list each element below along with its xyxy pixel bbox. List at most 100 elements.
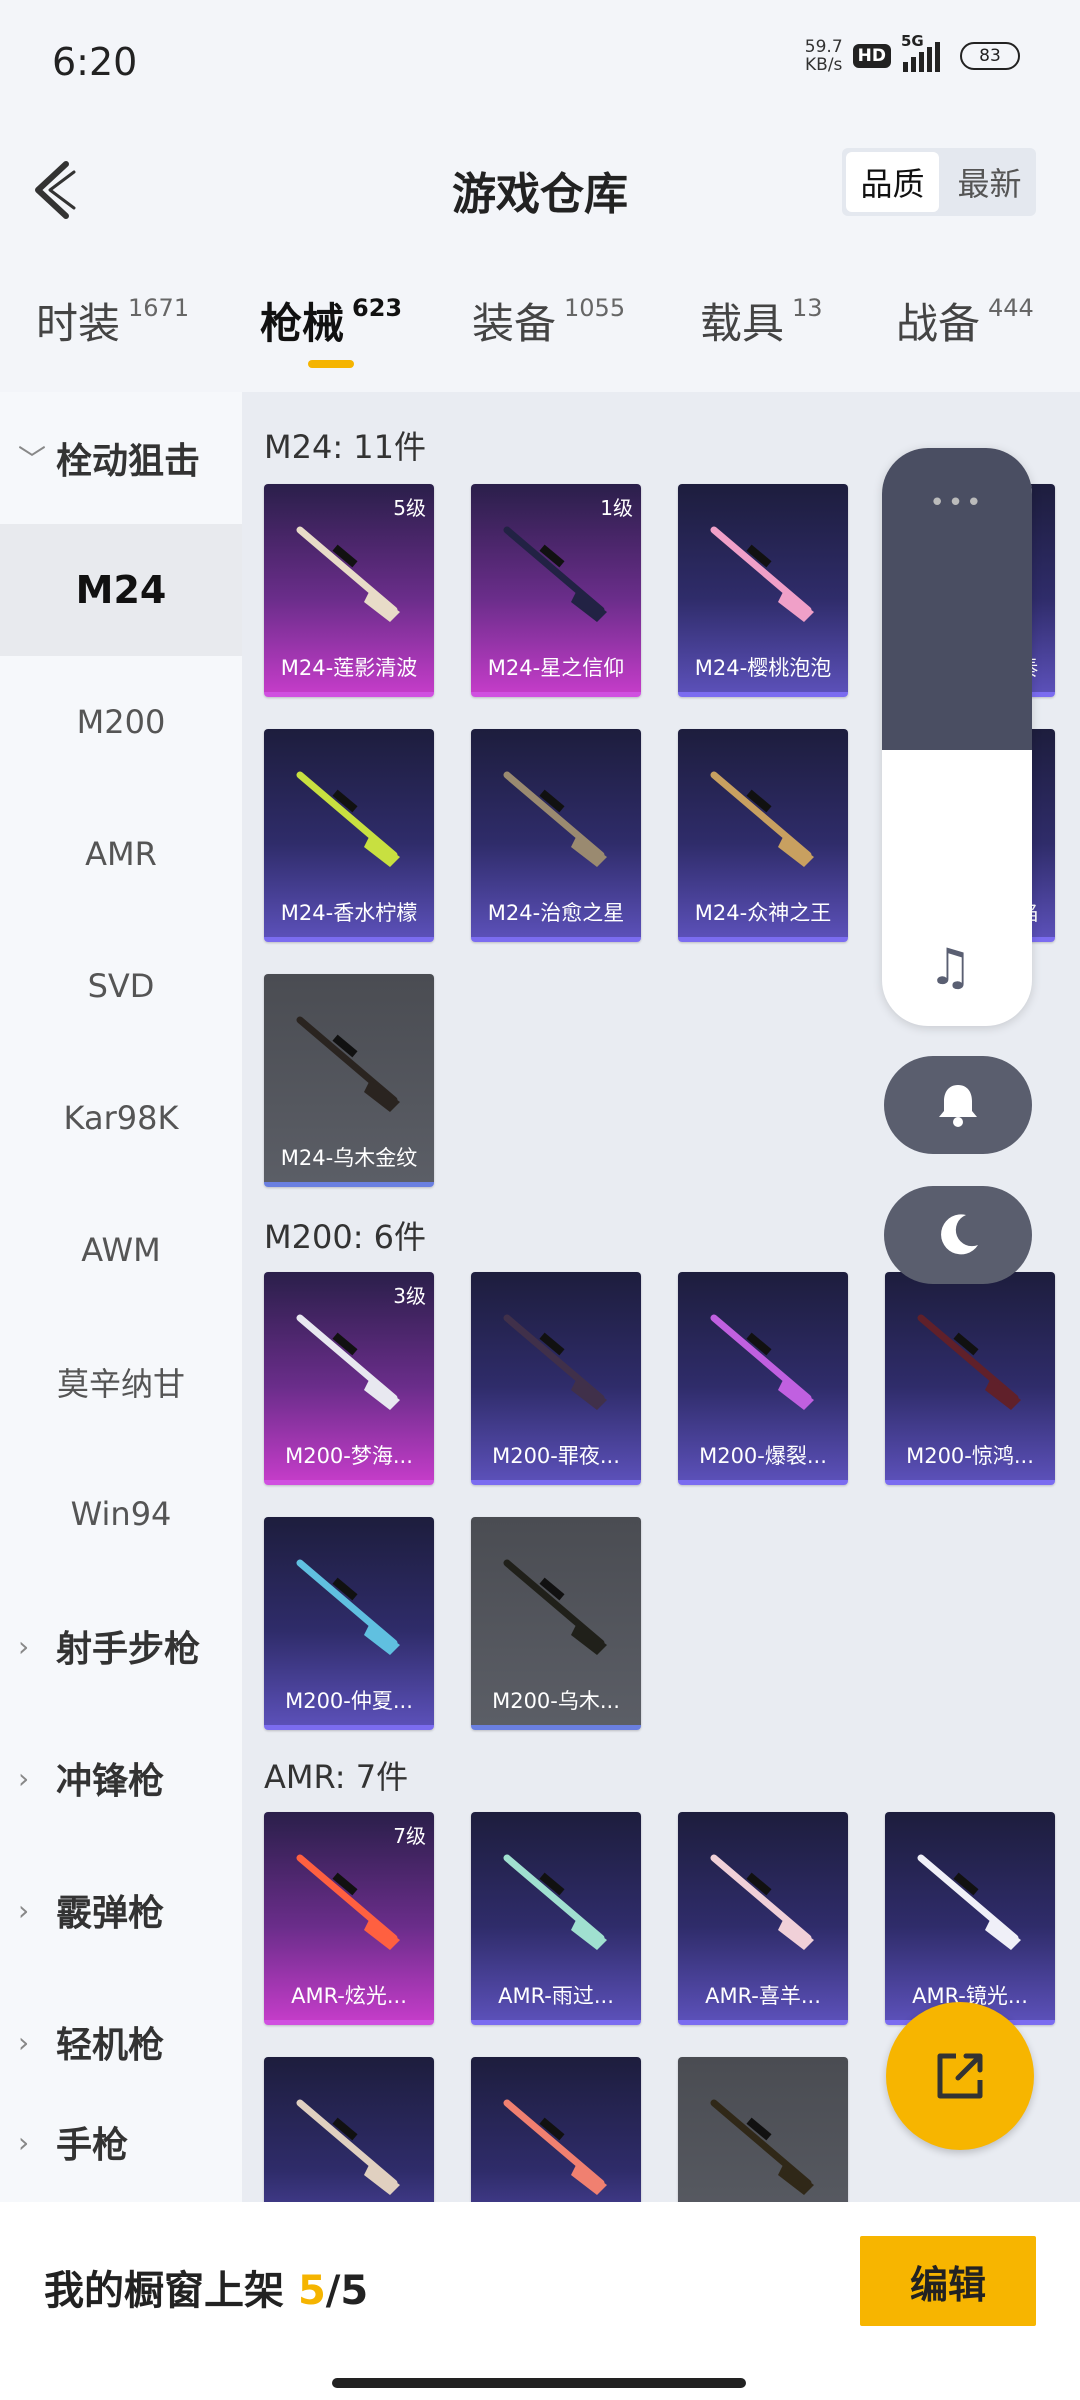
skin-level-badge: 5级 bbox=[393, 496, 426, 520]
tab-supplies[interactable]: 战备 444 bbox=[896, 290, 1034, 351]
sidebar-group-pistol[interactable]: › 手枪 bbox=[0, 2092, 242, 2192]
skin-card[interactable]: M24-乌木金纹 bbox=[264, 974, 434, 1187]
rifle-icon bbox=[296, 526, 400, 622]
skin-name: AMR-喜羊... bbox=[705, 1984, 821, 2008]
sidebar-group-label: 冲锋枪 bbox=[56, 1761, 165, 1802]
edit-button[interactable]: 编辑 bbox=[860, 2236, 1036, 2326]
sidebar-group-smg[interactable]: › 冲锋枪 bbox=[0, 1712, 242, 1844]
hd-icon: HD bbox=[852, 44, 891, 68]
tab-equipment[interactable]: 装备 1055 bbox=[472, 290, 625, 351]
rifle-icon bbox=[710, 2099, 814, 2195]
network-speed-value: 59.7 bbox=[804, 37, 843, 57]
sidebar-item-win94[interactable]: Win94 bbox=[0, 1448, 242, 1580]
skin-card[interactable] bbox=[471, 2057, 641, 2202]
rifle-icon bbox=[503, 1314, 607, 1410]
tab-label: 载具 bbox=[700, 299, 785, 348]
ring-mode-button[interactable] bbox=[884, 1056, 1032, 1154]
skin-card[interactable]: M24-樱桃泡泡 bbox=[678, 484, 848, 697]
sidebar-group-label: 霰弹枪 bbox=[56, 1893, 165, 1934]
share-button[interactable] bbox=[886, 2002, 1034, 2150]
sidebar-group-bolt-sniper[interactable]: ﹀ 栓动狙击 bbox=[0, 392, 242, 524]
tab-count: 1055 bbox=[564, 294, 626, 322]
chevron-right-icon: › bbox=[18, 2025, 30, 2059]
skin-card[interactable]: AMR-镜光... bbox=[885, 1812, 1055, 2025]
skin-card[interactable]: M24-香水柠檬 bbox=[264, 729, 434, 942]
skin-level-badge: 7级 bbox=[393, 1824, 426, 1848]
skin-name: M200-梦海... bbox=[285, 1444, 413, 1468]
rifle-icon bbox=[503, 526, 607, 622]
rifle-icon bbox=[710, 1854, 814, 1950]
sidebar-group-lmg[interactable]: › 轻机枪 bbox=[0, 1976, 242, 2108]
skin-card[interactable]: 5级 M24-莲影清波 bbox=[264, 484, 434, 697]
skin-card[interactable] bbox=[678, 2057, 848, 2202]
skin-card[interactable]: AMR-雨过... bbox=[471, 1812, 641, 2025]
skin-name: M200-仲夏... bbox=[285, 1689, 413, 1713]
skin-name: M200-乌木... bbox=[492, 1689, 620, 1713]
category-tabs: 时装 1671 枪械 623 装备 1055 载具 13 战备 444 bbox=[0, 280, 1080, 380]
volume-slider[interactable]: ••• ♫ bbox=[882, 448, 1032, 1026]
do-not-disturb-button[interactable] bbox=[884, 1186, 1032, 1284]
home-indicator[interactable] bbox=[332, 2378, 746, 2388]
sidebar-group-label: 手枪 bbox=[56, 2125, 129, 2166]
battery-icon: 83 bbox=[960, 42, 1020, 70]
skin-name: M200-罪夜... bbox=[492, 1444, 620, 1468]
skin-card[interactable] bbox=[264, 2057, 434, 2202]
signal-icon: 5G bbox=[901, 32, 940, 72]
skin-card[interactable]: M200-罪夜... bbox=[471, 1272, 641, 1485]
sidebar-group-marksman[interactable]: › 射手步枪 bbox=[0, 1580, 242, 1712]
rifle-icon bbox=[296, 1314, 400, 1410]
skin-card[interactable]: M24-治愈之星 bbox=[471, 729, 641, 942]
tab-label: 时装 bbox=[36, 299, 121, 348]
rifle-icon bbox=[710, 1314, 814, 1410]
network-speed: 59.7 KB/s bbox=[805, 38, 843, 74]
showcase-total: 5 bbox=[340, 2268, 369, 2314]
sort-latest-button[interactable]: 最新 bbox=[943, 148, 1036, 216]
showcase-label: 我的橱窗上架 bbox=[44, 2268, 284, 2314]
rifle-icon bbox=[917, 1314, 1021, 1410]
skin-level-badge: 1级 bbox=[600, 496, 633, 520]
skin-card[interactable]: 3级 M200-梦海... bbox=[264, 1272, 434, 1485]
skin-card[interactable]: 7级 AMR-炫光... bbox=[264, 1812, 434, 2025]
sidebar-group-shotgun[interactable]: › 霰弹枪 bbox=[0, 1844, 242, 1976]
showcase-current: 5 bbox=[297, 2268, 326, 2314]
sidebar-item-amr[interactable]: AMR bbox=[0, 788, 242, 920]
tab-vehicles[interactable]: 载具 13 bbox=[700, 290, 823, 351]
share-external-icon bbox=[937, 2053, 983, 2099]
rifle-icon bbox=[503, 1559, 607, 1655]
skin-card[interactable]: M24-众神之王 bbox=[678, 729, 848, 942]
rifle-icon bbox=[503, 2099, 607, 2195]
skin-card[interactable]: M200-爆裂... bbox=[678, 1272, 848, 1485]
rifle-icon bbox=[503, 1854, 607, 1950]
skin-card[interactable]: M200-仲夏... bbox=[264, 1517, 434, 1730]
sidebar-item-kar98k[interactable]: Kar98K bbox=[0, 1052, 242, 1184]
skin-card[interactable]: AMR-喜羊... bbox=[678, 1812, 848, 2025]
skin-name: M24-樱桃泡泡 bbox=[694, 656, 832, 680]
skin-name: AMR-雨过... bbox=[498, 1984, 614, 2008]
skin-name: M24-乌木金纹 bbox=[280, 1146, 418, 1170]
chevron-down-icon: ﹀ bbox=[18, 443, 47, 476]
status-icons: 59.7 KB/s HD 5G 83 bbox=[805, 32, 1020, 74]
sidebar-item-awm[interactable]: AWM bbox=[0, 1184, 242, 1316]
tab-label: 战备 bbox=[896, 299, 981, 348]
sort-quality-button[interactable]: 品质 bbox=[846, 152, 939, 212]
tab-label: 枪械 bbox=[260, 299, 345, 348]
sidebar-item-m200[interactable]: M200 bbox=[0, 656, 242, 788]
sidebar-group-label: 栓动狙击 bbox=[56, 441, 201, 482]
skin-card[interactable]: 1级 M24-星之信仰 bbox=[471, 484, 641, 697]
showcase-sep: / bbox=[325, 2268, 341, 2314]
more-dots-icon[interactable]: ••• bbox=[882, 488, 1032, 518]
skin-card[interactable]: M200-惊鸿... bbox=[885, 1272, 1055, 1485]
skin-name: M200-惊鸿... bbox=[906, 1444, 1034, 1468]
tab-fashion[interactable]: 时装 1671 bbox=[36, 290, 189, 351]
rifle-icon bbox=[710, 771, 814, 867]
sidebar-item-m24[interactable]: M24 bbox=[0, 524, 242, 656]
sidebar-item-mosin[interactable]: 莫辛纳甘 bbox=[0, 1316, 242, 1448]
network-speed-unit: KB/s bbox=[805, 55, 843, 75]
skin-name: M24-众神之王 bbox=[694, 901, 832, 925]
section-title: M24: 11件 bbox=[264, 428, 427, 466]
chevron-right-icon: › bbox=[18, 1629, 30, 1663]
skin-card[interactable]: M200-乌木... bbox=[471, 1517, 641, 1730]
sidebar-item-svd[interactable]: SVD bbox=[0, 920, 242, 1052]
tab-guns[interactable]: 枪械 623 bbox=[260, 290, 402, 351]
music-note-icon: ♫ bbox=[928, 938, 973, 996]
